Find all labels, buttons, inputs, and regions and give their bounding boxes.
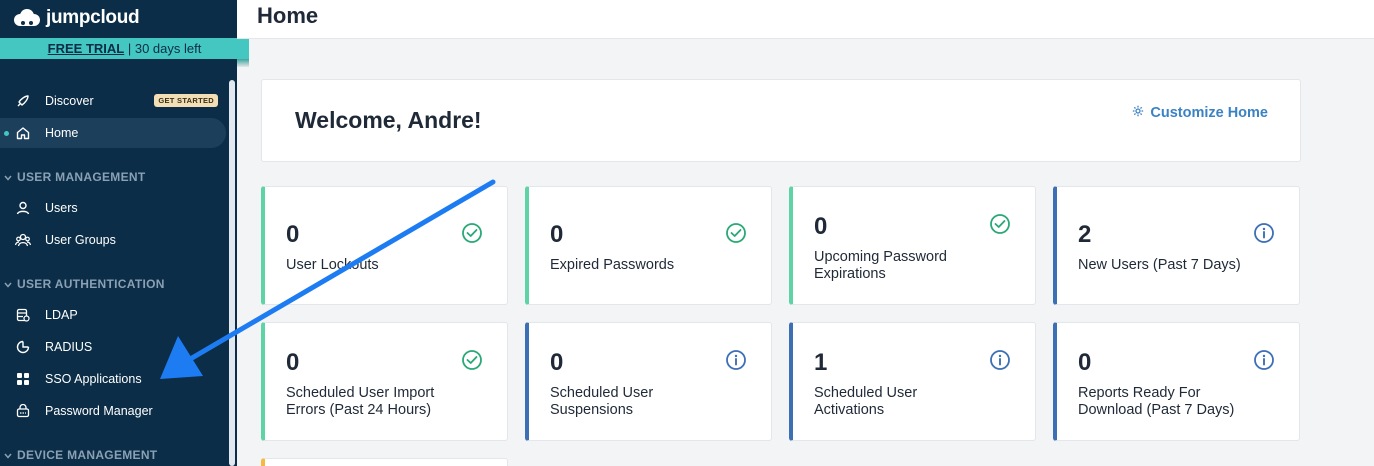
get-started-badge[interactable]: GET STARTED	[154, 94, 218, 107]
ldap-icon	[15, 307, 31, 323]
home-icon	[15, 125, 31, 141]
section-device-management[interactable]: DEVICE MANAGEMENT	[4, 448, 157, 462]
sidebar-item-sso-applications[interactable]: SSO Applications	[0, 364, 226, 394]
sidebar-item-discover[interactable]: Discover GET STARTED	[0, 86, 226, 116]
sidebar-item-password-manager[interactable]: Password Manager	[0, 396, 226, 426]
welcome-card: Welcome, Andre! Customize Home	[261, 79, 1301, 162]
sidebar-scrollbar[interactable]	[229, 80, 235, 466]
card-scheduled-user-suspensions[interactable]: 0 Scheduled User Suspensions	[525, 322, 772, 441]
trial-days-left: | 30 days left	[124, 41, 202, 56]
sidebar-item-label: RADIUS	[45, 340, 93, 354]
card-reports-ready[interactable]: 0 Reports Ready For Download (Past 7 Day…	[1053, 322, 1300, 441]
card-expired-passwords[interactable]: 0 Expired Passwords	[525, 186, 772, 305]
cloud-logo-icon	[14, 9, 40, 26]
sidebar-item-label: Password Manager	[45, 404, 153, 418]
welcome-message: Welcome, Andre!	[295, 107, 482, 133]
grid-icon	[15, 371, 31, 387]
card-label: New Users (Past 7 Days)	[1078, 257, 1241, 273]
jumpcloud-logo[interactable]: jumpcloud	[12, 4, 140, 32]
info-icon	[1254, 350, 1274, 370]
card-label: Scheduled User Activations	[814, 385, 918, 418]
info-icon	[990, 350, 1010, 370]
card-label: Upcoming Password Expirations	[814, 249, 947, 282]
chevron-down-icon	[4, 170, 12, 184]
sidebar-item-ldap[interactable]: LDAP	[0, 300, 226, 330]
card-label: User Lockouts	[286, 257, 379, 273]
sidebar-item-users[interactable]: Users	[0, 193, 226, 223]
card-value: 0	[814, 213, 828, 240]
sidebar-item-user-groups[interactable]: User Groups	[0, 225, 226, 255]
card-value: 0	[286, 349, 300, 376]
card-label: Reports Ready For Download (Past 7 Days)	[1078, 385, 1235, 418]
card-scheduled-user-import-errors[interactable]: 0 Scheduled User Import Errors (Past 24 …	[261, 322, 508, 441]
info-icon	[726, 350, 746, 370]
rocket-icon	[15, 93, 31, 109]
card-new-users[interactable]: 2 New Users (Past 7 Days)	[1053, 186, 1300, 305]
check-circle-icon	[726, 223, 746, 243]
sidebar-item-home[interactable]: Home	[0, 118, 226, 148]
sidebar-item-label: User Groups	[45, 233, 116, 247]
sidebar-item-label: LDAP	[45, 308, 78, 322]
user-group-icon	[15, 232, 31, 248]
customize-home-button[interactable]: Customize Home	[1132, 105, 1268, 121]
gear-icon	[1132, 105, 1144, 121]
card-value: 0	[550, 221, 564, 248]
radius-icon	[15, 339, 31, 355]
page-title: Home	[257, 3, 319, 28]
card-upcoming-password-expirations[interactable]: 0 Upcoming Password Expirations	[789, 186, 1036, 305]
card-value: 0	[550, 349, 564, 376]
card-label: Expired Passwords	[550, 257, 675, 273]
section-user-management[interactable]: USER MANAGEMENT	[4, 170, 146, 184]
section-title: DEVICE MANAGEMENT	[17, 448, 158, 462]
sidebar-item-radius[interactable]: RADIUS	[0, 332, 226, 362]
password-manager-icon	[15, 403, 31, 419]
card-value: 1	[814, 349, 828, 376]
free-trial-link[interactable]: FREE TRIAL	[48, 41, 125, 56]
card-value: 2	[1078, 221, 1092, 248]
check-circle-icon	[462, 223, 482, 243]
section-title: USER MANAGEMENT	[17, 170, 146, 184]
card-value: 0	[286, 221, 300, 248]
check-circle-icon	[462, 350, 482, 370]
card-scheduled-user-activations[interactable]: 1 Scheduled User Activations	[789, 322, 1036, 441]
app-name: jumpcloud	[46, 7, 140, 28]
user-icon	[15, 200, 31, 216]
sidebar-item-label: Home	[45, 126, 79, 140]
sidebar: jumpcloud Discover GET STARTED Home USER…	[0, 0, 237, 466]
card-label: Scheduled User Suspensions	[550, 385, 654, 418]
free-trial-banner: FREE TRIAL | 30 days left	[0, 38, 249, 59]
card-user-lockouts[interactable]: 0 User Lockouts	[261, 186, 508, 305]
sidebar-item-label: Discover	[45, 94, 94, 108]
section-title: USER AUTHENTICATION	[17, 277, 165, 291]
check-circle-icon	[990, 214, 1010, 234]
banner-fold	[237, 59, 249, 67]
sidebar-item-label: SSO Applications	[45, 372, 142, 386]
active-indicator	[4, 131, 9, 136]
customize-home-label: Customize Home	[1150, 105, 1268, 121]
chevron-down-icon	[4, 448, 12, 462]
chevron-down-icon	[4, 277, 12, 291]
card-value: 0	[1078, 349, 1092, 376]
info-icon	[1254, 223, 1274, 243]
sidebar-item-label: Users	[45, 201, 78, 215]
section-user-authentication[interactable]: USER AUTHENTICATION	[4, 277, 165, 291]
card-partial[interactable]	[261, 458, 508, 466]
card-label: Scheduled User Import Errors (Past 24 Ho…	[286, 385, 435, 418]
page-header: Home	[237, 0, 1374, 39]
